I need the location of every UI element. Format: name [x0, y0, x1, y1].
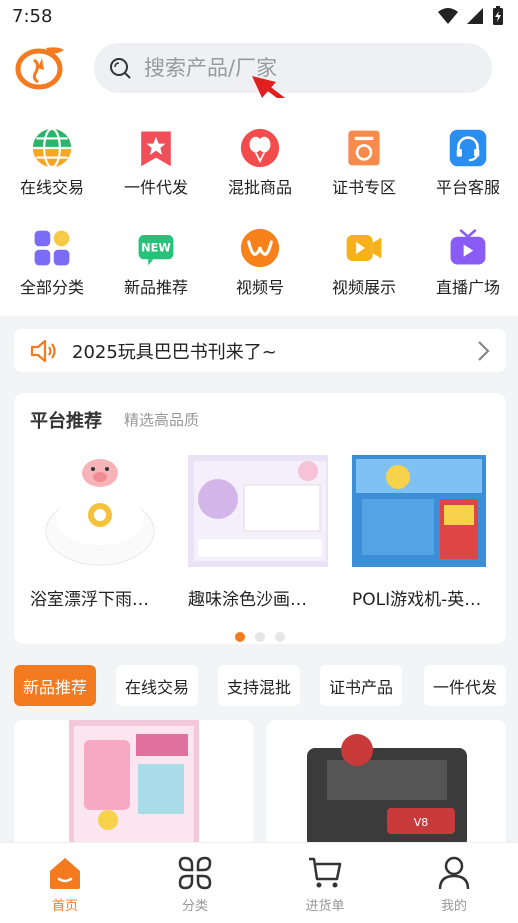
tab-online-trade[interactable]: 在线交易 — [116, 665, 198, 706]
quick-action-grid: 在线交易 一件代发 混批商品 证书专区 平台客服 全部分类 NEW 新品推荐 视… — [0, 98, 518, 316]
section-title: 平台推荐 — [30, 411, 102, 432]
quick-action-label: 视频号 — [235, 278, 284, 297]
chevron-right-icon — [478, 341, 490, 361]
quick-action-label: 在线交易 — [19, 178, 84, 197]
quick-action-all-categories[interactable]: 全部分类 — [0, 198, 104, 298]
quick-action-live-square[interactable]: 直播广场 — [416, 198, 518, 298]
recommend-card-title: 浴室漂浮下雨… — [30, 590, 149, 610]
svg-text:V8: V8 — [414, 816, 429, 829]
product-image — [188, 455, 332, 567]
status-time: 7:58 — [12, 6, 53, 27]
live-tv-icon — [450, 229, 486, 265]
product-card[interactable]: V8 — [267, 720, 506, 850]
recommend-card[interactable]: POLI游戏机-英… — [352, 455, 502, 610]
quick-action-label: 平台客服 — [435, 178, 500, 197]
search-input[interactable] — [144, 56, 464, 80]
app-logo[interactable] — [14, 44, 66, 90]
nav-label: 进货单 — [305, 899, 345, 914]
status-icons — [438, 6, 504, 26]
platform-recommend-section: 平台推荐 精选高品质 浴室漂浮下雨… 趣味涂色沙画… POLI游戏机-英… — [14, 393, 506, 644]
quick-action-video-showcase[interactable]: 视频展示 — [312, 198, 416, 298]
carousel-pagination — [14, 632, 506, 642]
signal-icon — [467, 8, 483, 24]
quick-action-label: 一件代发 — [123, 178, 188, 197]
product-filter-tabs: 新品推荐 在线交易 支持混批 证书产品 一件代发 — [14, 665, 518, 706]
speaker-icon — [30, 339, 56, 362]
recommend-card-title: 趣味涂色沙画… — [188, 590, 307, 610]
nav-purchase-list[interactable]: 进货单 — [275, 855, 375, 914]
tab-dropship[interactable]: 一件代发 — [424, 665, 506, 706]
cart-icon — [309, 857, 342, 888]
nav-label: 我的 — [440, 899, 467, 914]
category-icon — [178, 856, 212, 890]
tab-mixed-batch[interactable]: 支持混批 — [218, 665, 300, 706]
recommend-card[interactable]: 趣味涂色沙画… — [188, 455, 338, 610]
nav-category[interactable]: 分类 — [145, 855, 245, 914]
quick-action-online-trade[interactable]: 在线交易 — [0, 98, 104, 198]
user-icon — [438, 856, 470, 890]
quick-action-video-channel[interactable]: 视频号 — [208, 198, 312, 298]
nav-label: 分类 — [181, 899, 208, 914]
quick-action-label: 视频展示 — [331, 278, 396, 297]
headset-icon — [449, 129, 487, 167]
certificate-icon — [348, 130, 380, 166]
recommend-card[interactable]: 浴室漂浮下雨… — [30, 455, 180, 610]
quick-action-dropship[interactable]: 一件代发 — [104, 98, 208, 198]
quick-action-certificates[interactable]: 证书专区 — [312, 98, 416, 198]
carousel-dot[interactable] — [275, 632, 285, 642]
header — [0, 36, 518, 98]
search-icon — [110, 58, 131, 79]
carousel-dot[interactable] — [235, 632, 245, 642]
quick-action-new-products[interactable]: NEW 新品推荐 — [104, 198, 208, 298]
nav-label: 首页 — [51, 899, 78, 914]
battery-icon — [493, 6, 503, 25]
product-card[interactable] — [14, 720, 253, 850]
nav-home[interactable]: 首页 — [15, 855, 115, 914]
quick-action-label: 直播广场 — [435, 278, 500, 297]
video-play-icon — [346, 234, 382, 262]
search-bar[interactable] — [94, 43, 492, 93]
globe-icon — [32, 128, 72, 168]
quick-action-label: 新品推荐 — [123, 278, 188, 297]
svg-text:NEW: NEW — [141, 241, 171, 254]
grid-categories-icon — [34, 230, 70, 266]
recommend-card-title: POLI游戏机-英… — [352, 590, 482, 610]
quick-action-mixed-batch[interactable]: 混批商品 — [208, 98, 312, 198]
tab-certified-products[interactable]: 证书产品 — [320, 665, 402, 706]
section-subtitle: 精选高品质 — [124, 411, 200, 429]
quick-action-label: 混批商品 — [227, 178, 292, 197]
notice-text: 2025玩具巴巴书刊来了~ — [72, 341, 277, 363]
product-image — [352, 455, 486, 567]
notice-bar[interactable]: 2025玩具巴巴书刊来了~ — [14, 329, 506, 372]
bottom-nav: 首页 分类 进货单 我的 — [0, 842, 518, 923]
product-image — [45, 459, 155, 566]
tab-new-products[interactable]: 新品推荐 — [14, 665, 96, 706]
quick-action-label: 全部分类 — [19, 278, 84, 297]
wifi-icon — [438, 8, 458, 24]
status-bar: 7:58 — [0, 0, 518, 36]
new-badge-icon: NEW — [138, 234, 174, 266]
channels-icon — [240, 228, 280, 268]
nav-profile[interactable]: 我的 — [404, 855, 504, 914]
star-bookmark-icon — [141, 131, 171, 167]
quick-action-customer-service[interactable]: 平台客服 — [416, 98, 518, 198]
product-image: V8 — [307, 734, 467, 848]
product-image — [69, 720, 199, 850]
carousel-dot[interactable] — [255, 632, 265, 642]
home-icon — [50, 858, 80, 889]
balloons-icon — [240, 128, 280, 168]
quick-action-label: 证书专区 — [331, 178, 396, 197]
